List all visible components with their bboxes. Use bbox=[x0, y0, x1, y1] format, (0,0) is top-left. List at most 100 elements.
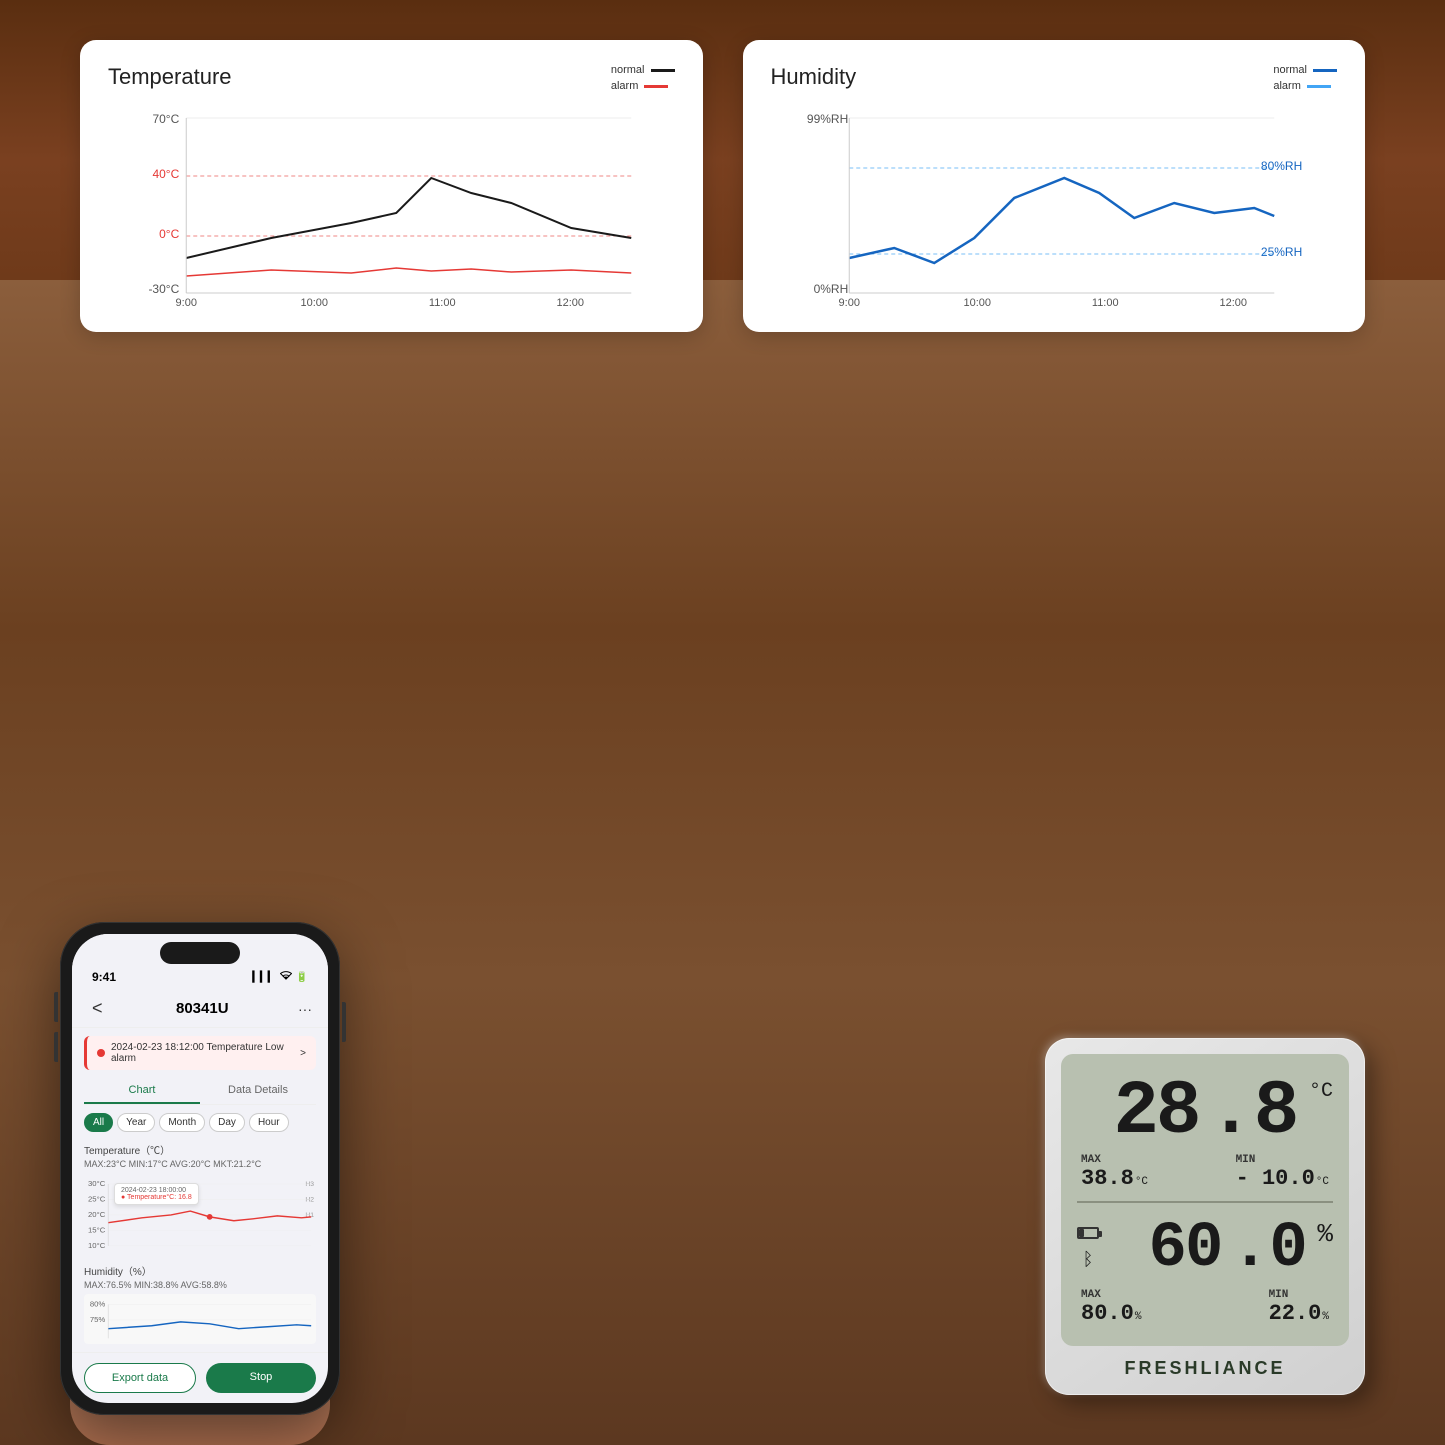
min-temp-label: MIN bbox=[1236, 1154, 1329, 1166]
svg-text:0°C: 0°C bbox=[159, 227, 179, 241]
temp-section-label: Temperature（℃） bbox=[72, 1140, 328, 1159]
filter-month[interactable]: Month bbox=[159, 1113, 205, 1132]
temperature-chart-title: Temperature bbox=[108, 64, 232, 90]
tooltip-value: ● Temperature°C: 16.8 bbox=[121, 1194, 192, 1201]
wifi-icon bbox=[280, 971, 292, 984]
humidity-alarm-label: alarm bbox=[1273, 80, 1301, 92]
humidity-section: ᛒ 60 .0 % bbox=[1077, 1213, 1333, 1285]
menu-button[interactable]: ··· bbox=[298, 1001, 312, 1017]
temp-legend-alarm: alarm bbox=[611, 80, 675, 92]
battery-icon: 🔋 bbox=[296, 972, 308, 983]
min-temp-section: MIN - 10.0 °C bbox=[1236, 1154, 1329, 1191]
device-container: 28 .8 °C MAX 38.8 °C MIN - 10.0 °C bbox=[1045, 1038, 1365, 1395]
export-data-button[interactable]: Export data bbox=[84, 1363, 196, 1393]
humidity-chart-area: 99%RH 0%RH 80%RH 25%RH 9:00 10:00 11:00 … bbox=[771, 108, 1338, 308]
temp-stats-text: MAX:23°C MIN:17°C AVG:20°C MKT:21.2°C bbox=[84, 1159, 261, 1169]
svg-text:80%RH: 80%RH bbox=[1260, 159, 1301, 173]
main-temp-decimal: .8 bbox=[1208, 1069, 1299, 1155]
back-button[interactable]: < bbox=[88, 998, 107, 1019]
max-humidity-unit: % bbox=[1135, 1311, 1142, 1323]
chart-tooltip: 2024-02-23 18:00:00 ● Temperature°C: 16.… bbox=[114, 1183, 199, 1205]
min-humidity-value-group: 22.0 % bbox=[1269, 1301, 1329, 1326]
max-temp-value-group: 38.8 °C bbox=[1081, 1166, 1148, 1191]
humidity-stats-text: MAX:76.5% MIN:38.8% AVG:58.8% bbox=[84, 1280, 227, 1290]
max-temp-value: 38.8 bbox=[1081, 1166, 1134, 1191]
filter-row: All Year Month Day Hour bbox=[72, 1105, 328, 1140]
svg-text:20°C: 20°C bbox=[88, 1210, 106, 1219]
filter-day[interactable]: Day bbox=[209, 1113, 245, 1132]
svg-text:9:00: 9:00 bbox=[838, 297, 859, 308]
main-temp-unit: °C bbox=[1309, 1082, 1333, 1102]
svg-text:99%RH: 99%RH bbox=[806, 112, 847, 126]
charts-area: Temperature normal alarm 70°C 40°C 0°C -… bbox=[80, 40, 1365, 332]
humidity-chart-title: Humidity bbox=[771, 64, 857, 90]
tab-chart[interactable]: Chart bbox=[84, 1078, 200, 1104]
phone-time: 9:41 bbox=[92, 970, 116, 984]
phone-tabs: Chart Data Details bbox=[84, 1078, 316, 1105]
max-humidity-section: MAX 80.0 % bbox=[1081, 1289, 1141, 1326]
battery-icon bbox=[1077, 1227, 1099, 1239]
device-divider bbox=[1077, 1201, 1333, 1203]
max-temp-unit: °C bbox=[1135, 1176, 1148, 1188]
humidity-decimal: .0 bbox=[1231, 1213, 1308, 1285]
svg-text:40°C: 40°C bbox=[152, 167, 179, 181]
svg-text:80%: 80% bbox=[90, 1299, 106, 1308]
svg-text:10°C: 10°C bbox=[88, 1241, 106, 1250]
alert-dot-icon bbox=[97, 1049, 105, 1057]
min-humidity-section: MIN 22.0 % bbox=[1269, 1289, 1329, 1326]
max-humidity-value: 80.0 bbox=[1081, 1301, 1134, 1326]
temp-minmax-row: MAX 38.8 °C MIN - 10.0 °C bbox=[1077, 1154, 1333, 1191]
bluetooth-icon: ᛒ bbox=[1083, 1251, 1094, 1271]
alert-text: 2024-02-23 18:12:00 Temperature Low alar… bbox=[111, 1042, 294, 1064]
device-brand: FRESHLIANCE bbox=[1061, 1358, 1349, 1379]
min-humidity-unit: % bbox=[1322, 1311, 1329, 1323]
temperature-legend: normal alarm bbox=[611, 64, 675, 92]
svg-text:11:00: 11:00 bbox=[1091, 297, 1118, 308]
svg-text:11:00: 11:00 bbox=[429, 297, 456, 308]
humidity-value-area: 60 .0 % bbox=[1107, 1213, 1333, 1285]
min-humidity-value: 22.0 bbox=[1269, 1301, 1322, 1326]
alert-banner[interactable]: 2024-02-23 18:12:00 Temperature Low alar… bbox=[84, 1036, 316, 1070]
phone-actions: Export data Stop bbox=[72, 1352, 328, 1403]
min-temp-unit: °C bbox=[1316, 1176, 1329, 1188]
svg-text:15°C: 15°C bbox=[88, 1225, 106, 1234]
svg-text:H3: H3 bbox=[305, 1181, 314, 1188]
svg-text:12:00: 12:00 bbox=[556, 297, 584, 308]
svg-text:25°C: 25°C bbox=[88, 1194, 106, 1203]
max-humidity-value-group: 80.0 % bbox=[1081, 1301, 1141, 1326]
svg-text:9:00: 9:00 bbox=[176, 297, 197, 308]
filter-year[interactable]: Year bbox=[117, 1113, 155, 1132]
humidity-svg: 99%RH 0%RH 80%RH 25%RH 9:00 10:00 11:00 … bbox=[771, 108, 1338, 308]
temp-legend-normal: normal bbox=[611, 64, 675, 76]
device-screen: 28 .8 °C MAX 38.8 °C MIN - 10.0 °C bbox=[1061, 1054, 1349, 1346]
filter-hour[interactable]: Hour bbox=[249, 1113, 289, 1132]
humidity-legend: normal alarm bbox=[1273, 64, 1337, 92]
max-temp-section: MAX 38.8 °C bbox=[1081, 1154, 1148, 1191]
signal-icon: ▎▎▎ bbox=[252, 972, 275, 983]
humidity-chart-header: Humidity normal alarm bbox=[771, 64, 1338, 92]
alert-arrow-icon: > bbox=[300, 1048, 306, 1059]
svg-text:0%RH: 0%RH bbox=[813, 282, 848, 296]
humidity-normal-label: normal bbox=[1273, 64, 1307, 76]
temp-alarm-label: alarm bbox=[611, 80, 639, 92]
temp-stats: MAX:23°C MIN:17°C AVG:20°C MKT:21.2°C bbox=[72, 1159, 328, 1169]
phone-container: 9:41 ▎▎▎ 🔋 < 80341U ··· 2024-02-23 18:12… bbox=[60, 922, 340, 1415]
humidity-legend-normal: normal bbox=[1273, 64, 1337, 76]
svg-text:10:00: 10:00 bbox=[300, 297, 328, 308]
min-humidity-label: MIN bbox=[1269, 1289, 1329, 1301]
temp-normal-line bbox=[651, 69, 675, 72]
mini-humidity-svg: 80% 75% bbox=[84, 1294, 316, 1344]
temp-normal-label: normal bbox=[611, 64, 645, 76]
temp-alarm-line bbox=[644, 85, 668, 88]
svg-text:75%: 75% bbox=[90, 1315, 106, 1324]
stop-button[interactable]: Stop bbox=[206, 1363, 316, 1393]
mini-humidity-chart: 80% 75% bbox=[84, 1294, 316, 1344]
max-humidity-label: MAX bbox=[1081, 1289, 1141, 1301]
tab-data-details[interactable]: Data Details bbox=[200, 1078, 316, 1104]
phone-nav: < 80341U ··· bbox=[72, 988, 328, 1028]
temperature-chart-header: Temperature normal alarm bbox=[108, 64, 675, 92]
svg-text:H2: H2 bbox=[305, 1196, 314, 1203]
phone-title: 80341U bbox=[107, 1000, 298, 1017]
humidity-chart-card: Humidity normal alarm 99%RH 0%RH 80%RH 2… bbox=[743, 40, 1366, 332]
filter-all[interactable]: All bbox=[84, 1113, 113, 1132]
